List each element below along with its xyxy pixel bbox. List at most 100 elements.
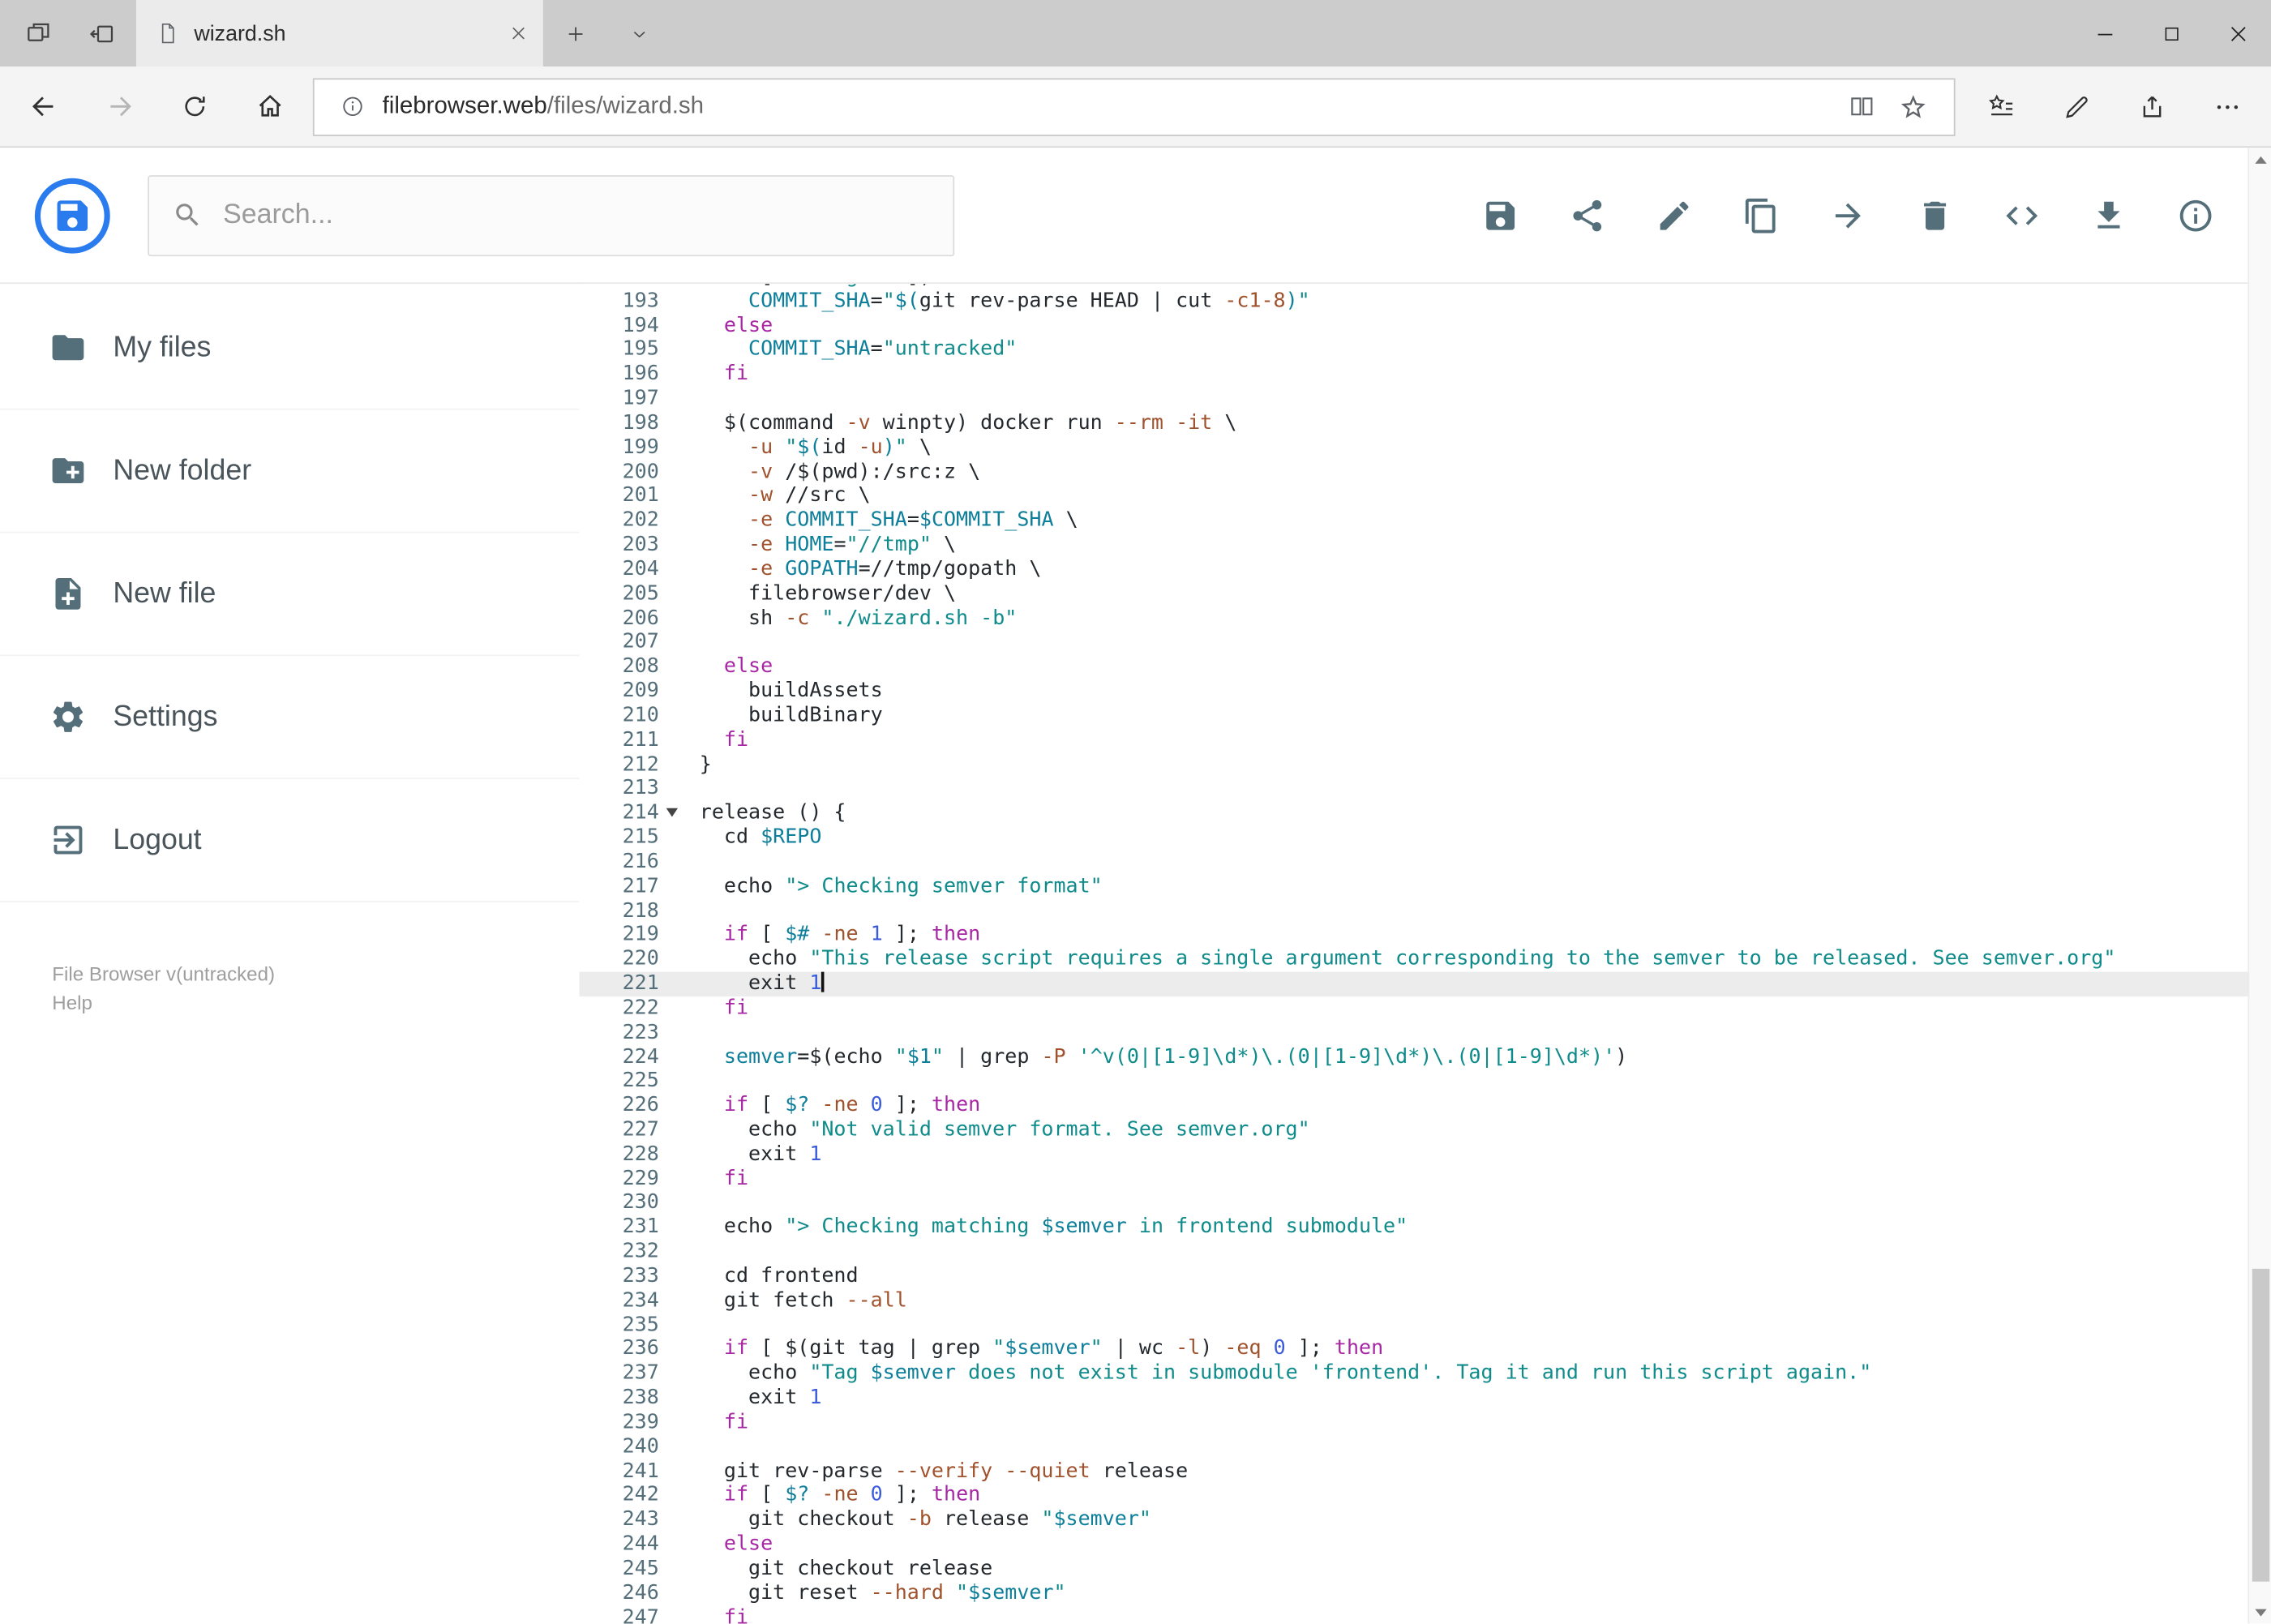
tab-preview-icon[interactable]: [6, 0, 70, 66]
line-number[interactable]: 244: [580, 1532, 659, 1557]
code-line-207[interactable]: 207: [580, 631, 2271, 655]
sidebar-item-my-files[interactable]: My files: [0, 287, 580, 410]
line-number[interactable]: 235: [580, 1313, 659, 1338]
code-line-216[interactable]: 216: [580, 850, 2271, 874]
line-number[interactable]: 228: [580, 1142, 659, 1167]
code-line-206[interactable]: 206 sh -c "./wizard.sh -b": [580, 606, 2271, 631]
move-button[interactable]: [1805, 172, 1892, 259]
code-line-242[interactable]: 242 if [ $? -ne 0 ]; then: [580, 1484, 2271, 1508]
code-line-245[interactable]: 245 git checkout release: [580, 1557, 2271, 1581]
line-number[interactable]: 241: [580, 1459, 659, 1484]
code-line-219[interactable]: 219 if [ $# -ne 1 ]; then: [580, 923, 2271, 948]
info-button[interactable]: [2153, 172, 2239, 259]
code-line-232[interactable]: 232: [580, 1240, 2271, 1264]
browser-tab[interactable]: wizard.sh: [135, 0, 543, 67]
maximize-icon[interactable]: [2138, 0, 2205, 66]
code-line-240[interactable]: 240: [580, 1435, 2271, 1459]
line-number[interactable]: 232: [580, 1240, 659, 1264]
window-close-icon[interactable]: [2205, 0, 2271, 66]
line-number[interactable]: 247: [580, 1605, 659, 1624]
line-number[interactable]: 211: [580, 728, 659, 752]
hub-icon[interactable]: [1964, 66, 2039, 147]
download-button[interactable]: [2065, 172, 2152, 259]
line-number[interactable]: 194: [580, 314, 659, 338]
new-tab-icon[interactable]: [543, 0, 607, 66]
code-line-247[interactable]: 247 fi: [580, 1605, 2271, 1624]
code-line-228[interactable]: 228 exit 1: [580, 1142, 2271, 1167]
code-line-193[interactable]: 193 COMMIT_SHA="$(git rev-parse HEAD | c…: [580, 289, 2271, 314]
sidebar-item-logout[interactable]: Logout: [0, 779, 580, 902]
line-number[interactable]: 217: [580, 874, 659, 898]
home-icon[interactable]: [232, 66, 307, 147]
code-line-197[interactable]: 197: [580, 387, 2271, 411]
line-number[interactable]: 203: [580, 533, 659, 558]
line-number[interactable]: 236: [580, 1338, 659, 1362]
url-field[interactable]: filebrowser.web/files/wizard.sh: [312, 77, 1956, 136]
search-input[interactable]: [223, 199, 930, 231]
line-number[interactable]: 233: [580, 1264, 659, 1288]
line-number[interactable]: 216: [580, 850, 659, 874]
line-number[interactable]: 226: [580, 1094, 659, 1118]
scroll-down-icon[interactable]: [2249, 1600, 2271, 1624]
line-number[interactable]: 246: [580, 1581, 659, 1605]
sidebar-item-settings[interactable]: Settings: [0, 656, 580, 780]
line-number[interactable]: 240: [580, 1435, 659, 1459]
code-line-225[interactable]: 225: [580, 1069, 2271, 1094]
line-number[interactable]: 243: [580, 1508, 659, 1532]
line-number[interactable]: 215: [580, 825, 659, 850]
line-number[interactable]: 192: [580, 284, 659, 289]
code-line-204[interactable]: 204 -e GOPATH=//tmp/gopath \: [580, 558, 2271, 582]
line-number[interactable]: 207: [580, 631, 659, 655]
more-icon[interactable]: [2190, 66, 2265, 147]
line-number[interactable]: 220: [580, 948, 659, 972]
code-line-238[interactable]: 238 exit 1: [580, 1386, 2271, 1411]
code-editor[interactable]: 192 if [ -d ".git" ]; then193 COMMIT_SHA…: [579, 284, 2271, 1624]
sidebar-item-new-file[interactable]: New file: [0, 533, 580, 657]
line-number[interactable]: 212: [580, 752, 659, 777]
line-number[interactable]: 230: [580, 1191, 659, 1215]
page-scrollbar[interactable]: [2247, 148, 2271, 1624]
code-line-194[interactable]: 194 else: [580, 314, 2271, 338]
code-line-220[interactable]: 220 echo "This release script requires a…: [580, 948, 2271, 972]
line-number[interactable]: 208: [580, 655, 659, 679]
line-number[interactable]: 225: [580, 1069, 659, 1094]
code-line-195[interactable]: 195 COMMIT_SHA="untracked": [580, 338, 2271, 362]
code-line-214[interactable]: 214 release () {: [580, 801, 2271, 825]
code-line-209[interactable]: 209 buildAssets: [580, 679, 2271, 704]
code-line-224[interactable]: 224 semver=$(echo "$1" | grep -P '^v(0|[…: [580, 1045, 2271, 1069]
line-number[interactable]: 209: [580, 679, 659, 704]
code-line-229[interactable]: 229 fi: [580, 1167, 2271, 1191]
delete-button[interactable]: [1892, 172, 1978, 259]
line-number[interactable]: 193: [580, 289, 659, 314]
code-line-210[interactable]: 210 buildBinary: [580, 704, 2271, 728]
app-logo[interactable]: [34, 177, 110, 253]
line-number[interactable]: 227: [580, 1118, 659, 1142]
code-line-211[interactable]: 211 fi: [580, 728, 2271, 752]
line-number[interactable]: 222: [580, 996, 659, 1021]
line-number[interactable]: 239: [580, 1411, 659, 1435]
code-line-212[interactable]: 212}: [580, 752, 2271, 777]
line-number[interactable]: 218: [580, 898, 659, 923]
forward-icon[interactable]: [81, 66, 156, 147]
line-number[interactable]: 199: [580, 435, 659, 460]
scroll-up-icon[interactable]: [2249, 148, 2271, 171]
tab-list-chevron-icon[interactable]: [606, 0, 671, 66]
line-number[interactable]: 196: [580, 362, 659, 387]
code-line-192[interactable]: 192 if [ -d ".git" ]; then: [580, 284, 2271, 289]
line-number[interactable]: 219: [580, 923, 659, 948]
line-number[interactable]: 224: [580, 1045, 659, 1069]
line-number[interactable]: 198: [580, 411, 659, 435]
code-line-226[interactable]: 226 if [ $? -ne 0 ]; then: [580, 1094, 2271, 1118]
scrollbar-thumb[interactable]: [2252, 1268, 2270, 1582]
back-icon[interactable]: [6, 66, 81, 147]
line-number[interactable]: 221: [580, 972, 659, 996]
line-number[interactable]: 214: [580, 801, 659, 825]
code-line-223[interactable]: 223: [580, 1021, 2271, 1045]
code-line-199[interactable]: 199 -u "$(id -u)" \: [580, 435, 2271, 460]
code-line-235[interactable]: 235: [580, 1313, 2271, 1338]
code-line-213[interactable]: 213: [580, 777, 2271, 801]
line-number[interactable]: 202: [580, 509, 659, 533]
line-number[interactable]: 213: [580, 777, 659, 801]
line-number[interactable]: 238: [580, 1386, 659, 1411]
line-number[interactable]: 231: [580, 1215, 659, 1240]
